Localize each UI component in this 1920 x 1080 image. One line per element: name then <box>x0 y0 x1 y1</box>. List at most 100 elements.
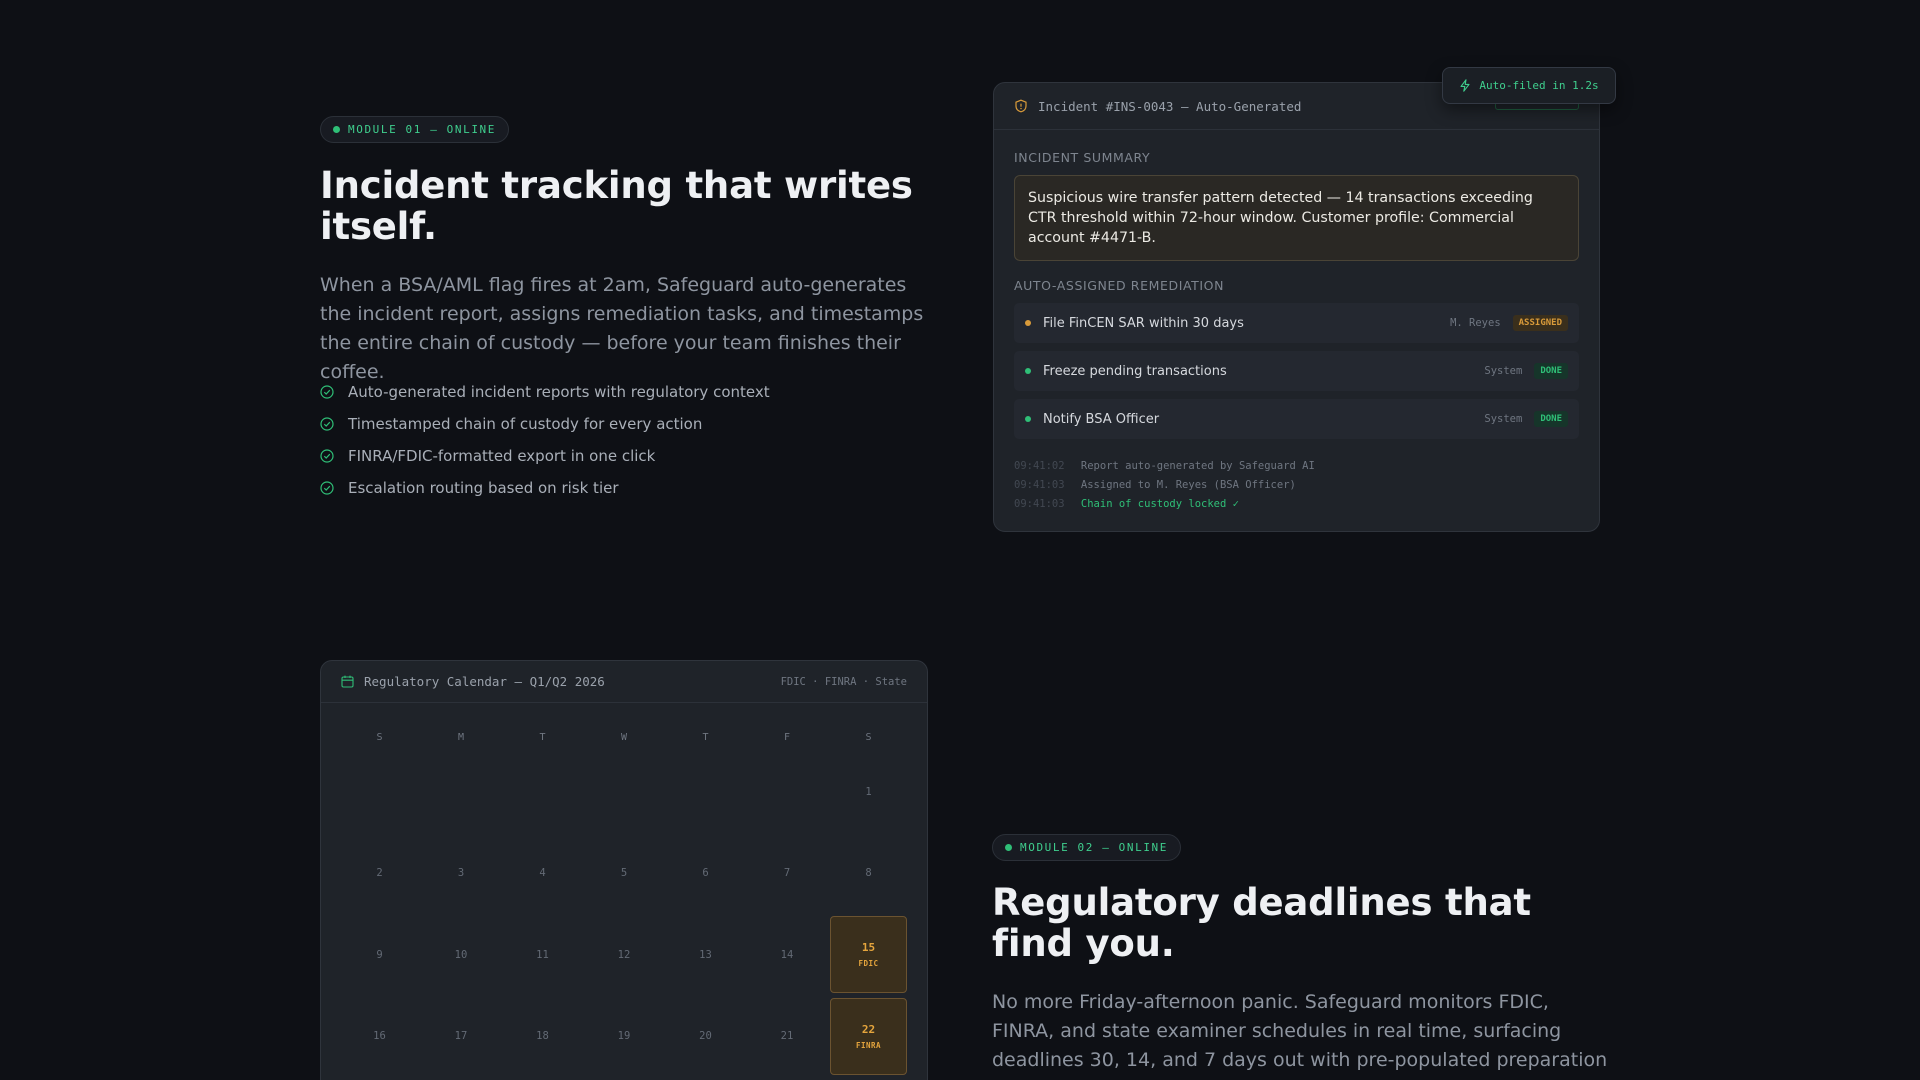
status-dot <box>333 126 340 133</box>
feature-text: Auto-generated incident reports with reg… <box>348 383 770 401</box>
calendar-day[interactable]: 10 <box>423 916 500 993</box>
calendar-empty-cell <box>749 753 826 830</box>
calendar-day[interactable]: 5 <box>586 835 663 912</box>
calendar-day[interactable]: 1 <box>830 753 907 830</box>
auto-filed-label: Auto-filed in 1.2s <box>1479 79 1599 92</box>
task-status-badge: DONE <box>1534 363 1568 379</box>
feature-item: Auto-generated incident reports with reg… <box>320 376 770 408</box>
log-timestamp: 09:41:03 <box>1014 498 1065 510</box>
calendar-day[interactable]: 14 <box>749 916 826 993</box>
auto-filed-badge: Auto-filed in 1.2s <box>1442 67 1616 104</box>
weekday-header: M <box>457 731 465 743</box>
module-01-description: When a BSA/AML flag fires at 2am, Safegu… <box>320 274 924 383</box>
log-entry: 09:41:03 Assigned to M. Reyes (BSA Offic… <box>1014 476 1579 495</box>
calendar-day[interactable]: 16 <box>341 998 418 1075</box>
deadline-agency: FINRA <box>855 1040 882 1050</box>
calendar-header: Regulatory Calendar — Q1/Q2 2026 FDIC · … <box>321 661 927 703</box>
calendar-empty-cell <box>586 753 663 830</box>
check-circle-icon <box>320 385 334 399</box>
module-02-headline: Regulatory deadlines that find you. <box>992 881 1531 965</box>
task-owner: System <box>1484 365 1523 377</box>
incident-panel: Incident #INS-0043 — Auto-Generated File… <box>993 82 1600 532</box>
module-01-headline: Incident tracking that writes itself. <box>320 164 913 248</box>
calendar-day[interactable]: 13 <box>667 916 744 993</box>
task-owner: M. Reyes <box>1450 317 1501 329</box>
calendar-day[interactable]: 9 <box>341 916 418 993</box>
check-circle-icon <box>320 449 334 463</box>
calendar-day[interactable]: 21 <box>749 998 826 1075</box>
deadline-agency: FDIC <box>858 959 879 968</box>
weekday-header: T <box>539 731 546 743</box>
log-message: Assigned to M. Reyes (BSA Officer) <box>1080 479 1296 491</box>
calendar-empty-cell <box>667 753 744 830</box>
log-message: Report auto-generated by Safeguard AI <box>1080 460 1315 472</box>
feature-item: Timestamped chain of custody for every a… <box>320 408 770 440</box>
lightning-icon <box>1460 79 1470 92</box>
log-timestamp: 09:41:02 <box>1014 460 1065 472</box>
remediation-task[interactable]: Freeze pending transactions System DONE <box>1014 351 1579 391</box>
feature-item: Escalation routing based on risk tier <box>320 472 770 504</box>
task-owner: System <box>1484 413 1523 425</box>
task-status-dot <box>1025 416 1031 422</box>
remediation-task[interactable]: Notify BSA Officer System DONE <box>1014 399 1579 439</box>
calendar-empty-cell <box>341 753 418 830</box>
feature-list: Auto-generated incident reports with reg… <box>320 376 770 504</box>
calendar-day[interactable]: 2 <box>341 835 418 912</box>
task-name: Notify BSA Officer <box>1043 411 1160 427</box>
regulatory-calendar: Regulatory Calendar — Q1/Q2 2026 FDIC · … <box>320 660 928 1080</box>
incident-summary: Suspicious wire transfer pattern detecte… <box>1014 175 1579 261</box>
calendar-day[interactable]: 8 <box>830 835 907 912</box>
remediation-label: AUTO-ASSIGNED REMEDIATION <box>1014 278 1225 293</box>
status-dot <box>1005 844 1012 851</box>
calendar-agencies: FDIC · FINRA · State <box>780 675 907 688</box>
calendar-day[interactable]: 6 <box>667 835 744 912</box>
module-02-badge-label: MODULE 02 — ONLINE <box>1020 841 1169 854</box>
log-entry: 09:41:03 Chain of custody locked ✓ <box>1014 495 1579 514</box>
calendar-day[interactable]: 19 <box>586 998 663 1075</box>
log-message: Chain of custody locked ✓ <box>1080 498 1239 510</box>
module-02-badge: MODULE 02 — ONLINE <box>992 834 1182 861</box>
weekday-header: W <box>620 731 628 743</box>
feature-text: Timestamped chain of custody for every a… <box>348 415 703 433</box>
calendar-deadline-day[interactable]: 22 FINRA <box>830 997 907 1075</box>
calendar-day[interactable]: 3 <box>423 835 500 912</box>
calendar-day[interactable]: 17 <box>423 998 500 1075</box>
weekday-header: S <box>376 731 383 743</box>
feature-item: FINRA/FDIC-formatted export in one click <box>320 440 770 472</box>
calendar-empty-cell <box>423 753 500 830</box>
calendar-deadline-day[interactable]: 15 FDIC <box>830 916 907 993</box>
module-02-description: No more Friday-afternoon panic. Safeguar… <box>992 991 1608 1080</box>
incident-summary-label: INCIDENT SUMMARY <box>1014 150 1151 165</box>
calendar-grid: S M T W T F S 1 2 3 4 5 6 7 8 9 10 11 12 13 14 15 FDIC 16 17 18 19… <box>341 721 909 1079</box>
calendar-day[interactable]: 12 <box>586 916 663 993</box>
calendar-day[interactable]: 4 <box>504 835 581 912</box>
day-number: 15 <box>861 941 876 954</box>
feature-text: FINRA/FDIC-formatted export in one click <box>348 447 656 465</box>
calendar-day[interactable]: 7 <box>749 835 826 912</box>
weekday-header: S <box>865 731 872 743</box>
log-entry: 09:41:02 Report auto-generated by Safegu… <box>1014 457 1579 476</box>
module-01-badge-label: MODULE 01 — ONLINE <box>348 123 497 136</box>
calendar-empty-cell <box>504 753 581 830</box>
weekday-header: F <box>783 731 791 743</box>
log-timestamp: 09:41:03 <box>1014 479 1065 491</box>
weekday-header: T <box>702 731 709 743</box>
task-status-badge: DONE <box>1534 411 1568 427</box>
audit-log: 09:41:02 Report auto-generated by Safegu… <box>1014 457 1579 514</box>
shield-alert-icon <box>1015 99 1027 113</box>
task-status-dot <box>1025 368 1031 374</box>
incident-title: Incident #INS-0043 — Auto-Generated <box>1038 98 1302 114</box>
calendar-day[interactable]: 20 <box>667 998 744 1075</box>
module-01-badge: MODULE 01 — ONLINE <box>320 116 510 143</box>
task-status-dot <box>1025 320 1031 326</box>
remediation-task[interactable]: File FinCEN SAR within 30 days M. Reyes … <box>1014 303 1579 343</box>
calendar-icon <box>341 675 354 688</box>
calendar-title: Regulatory Calendar — Q1/Q2 2026 <box>364 674 605 689</box>
check-circle-icon <box>320 417 334 431</box>
feature-text: Escalation routing based on risk tier <box>348 479 619 497</box>
calendar-day[interactable]: 11 <box>504 916 581 993</box>
calendar-day[interactable]: 18 <box>504 998 581 1075</box>
check-circle-icon <box>320 481 334 495</box>
task-name: File FinCEN SAR within 30 days <box>1043 315 1244 331</box>
task-status-badge: ASSIGNED <box>1512 315 1568 331</box>
